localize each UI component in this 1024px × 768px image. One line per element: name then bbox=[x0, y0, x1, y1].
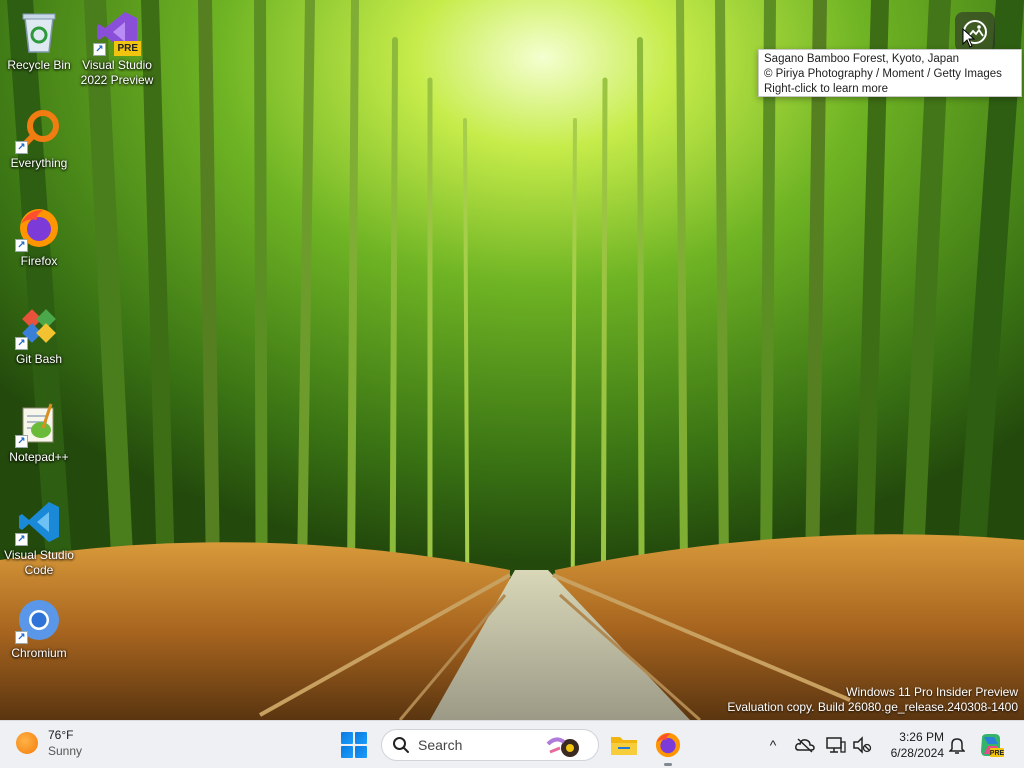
chevron-up-icon: ^ bbox=[769, 737, 777, 753]
desktop-icon-label: Everything bbox=[10, 156, 68, 170]
shortcut-arrow-icon: ↗ bbox=[15, 141, 28, 154]
volume-tray-button[interactable] bbox=[852, 735, 872, 755]
tooltip-credit: © Piriya Photography / Moment / Getty Im… bbox=[764, 68, 1002, 80]
desktop-icon-visual-studio-preview[interactable]: PRE ↗ Visual Studio 2022 Preview bbox=[78, 8, 156, 88]
svg-text:PRE: PRE bbox=[990, 750, 1004, 757]
taskbar-file-explorer[interactable] bbox=[608, 729, 640, 761]
recycle-bin-icon bbox=[15, 8, 63, 56]
git-bash-icon: ↗ bbox=[15, 302, 63, 350]
desktop-icon-label: Visual Studio 2022 Preview bbox=[80, 58, 154, 87]
taskbar: 76°F Sunny Search ^ 3:26 PM 6/28/2024 PR… bbox=[0, 720, 1024, 768]
desktop-icon-notepad-plus-plus[interactable]: ↗ Notepad++ bbox=[0, 400, 78, 465]
windows-logo-tile bbox=[355, 732, 367, 744]
tooltip-location: Sagano Bamboo Forest, Kyoto, Japan bbox=[764, 53, 959, 65]
shortcut-arrow-icon: ↗ bbox=[15, 239, 28, 252]
sun-icon bbox=[16, 732, 38, 754]
desktop-icon-label: Git Bash bbox=[15, 352, 63, 366]
shortcut-arrow-icon: ↗ bbox=[15, 435, 28, 448]
firefox-icon: ↗ bbox=[15, 204, 63, 252]
clock-time: 3:26 PM bbox=[899, 730, 944, 744]
file-explorer-icon bbox=[611, 737, 637, 755]
desktop-icon-everything[interactable]: ↗ Everything bbox=[0, 106, 78, 171]
shortcut-arrow-icon: ↗ bbox=[93, 43, 106, 56]
windows-logo-tile bbox=[341, 732, 353, 744]
taskbar-firefox[interactable] bbox=[652, 729, 684, 766]
search-placeholder: Search bbox=[418, 737, 463, 753]
network-tray-button[interactable] bbox=[826, 735, 846, 755]
desktop-icon-label: Notepad++ bbox=[9, 450, 69, 464]
desktop-icon-label: Visual Studio Code bbox=[4, 548, 74, 577]
cloud-offline-icon bbox=[795, 738, 815, 753]
desktop-icon-recycle-bin[interactable]: Recycle Bin bbox=[0, 8, 78, 73]
weather-temperature: 76°F bbox=[48, 728, 74, 742]
mouse-cursor-icon bbox=[962, 28, 976, 48]
running-indicator bbox=[664, 763, 672, 766]
clock-date: 6/28/2024 bbox=[890, 746, 944, 760]
weather-widget[interactable]: 76°F Sunny bbox=[16, 727, 82, 759]
notepad-plus-plus-icon: ↗ bbox=[15, 400, 63, 448]
chromium-icon: ↗ bbox=[15, 596, 63, 644]
desktop-icon-chromium[interactable]: ↗ Chromium bbox=[0, 596, 78, 661]
desktop-icon-label: Firefox bbox=[20, 254, 58, 268]
show-hidden-icons-button[interactable]: ^ bbox=[763, 735, 783, 755]
shortcut-arrow-icon: ↗ bbox=[15, 631, 28, 644]
weather-condition: Sunny bbox=[48, 744, 83, 758]
notifications-button[interactable] bbox=[947, 735, 967, 755]
network-icon bbox=[826, 737, 846, 753]
windows-watermark: Windows 11 Pro Insider Preview Evaluatio… bbox=[727, 685, 1018, 715]
desktop-icon-git-bash[interactable]: ↗ Git Bash bbox=[0, 302, 78, 367]
search-highlight-icon bbox=[546, 737, 579, 757]
copilot-button[interactable]: PRE bbox=[977, 731, 1005, 759]
speaker-muted-icon bbox=[853, 736, 872, 754]
taskbar-clock[interactable]: 3:26 PM 6/28/2024 bbox=[880, 729, 944, 761]
search-icon bbox=[393, 737, 409, 753]
copilot-icon: PRE bbox=[981, 734, 1004, 757]
desktop-icon-label: Recycle Bin bbox=[7, 58, 71, 72]
desktop-wallpaper bbox=[0, 0, 1024, 720]
onedrive-tray-button[interactable] bbox=[795, 735, 815, 755]
windows-logo-tile bbox=[355, 746, 367, 758]
windows-logo-tile bbox=[341, 746, 353, 758]
everything-search-icon: ↗ bbox=[15, 106, 63, 154]
vscode-icon: ↗ bbox=[15, 498, 63, 546]
search-box[interactable]: Search bbox=[381, 729, 599, 761]
watermark-build: Evaluation copy. Build 26080.ge_release.… bbox=[727, 700, 1018, 714]
start-button[interactable] bbox=[340, 731, 368, 759]
desktop-icon-firefox[interactable]: ↗ Firefox bbox=[0, 204, 78, 269]
tooltip-hint: Right-click to learn more bbox=[764, 83, 888, 95]
pre-badge: PRE bbox=[114, 41, 141, 56]
desktop-icon-label: Chromium bbox=[11, 646, 67, 660]
shortcut-arrow-icon: ↗ bbox=[15, 337, 28, 350]
desktop-icon-vscode[interactable]: ↗ Visual Studio Code bbox=[0, 498, 78, 578]
watermark-edition: Windows 11 Pro Insider Preview bbox=[846, 685, 1018, 699]
shortcut-arrow-icon: ↗ bbox=[15, 533, 28, 546]
firefox-icon bbox=[655, 732, 681, 758]
wallpaper-info-tooltip: Sagano Bamboo Forest, Kyoto, Japan © Pir… bbox=[758, 49, 1022, 97]
bell-icon bbox=[949, 738, 965, 754]
visual-studio-preview-icon: PRE ↗ bbox=[93, 8, 141, 56]
